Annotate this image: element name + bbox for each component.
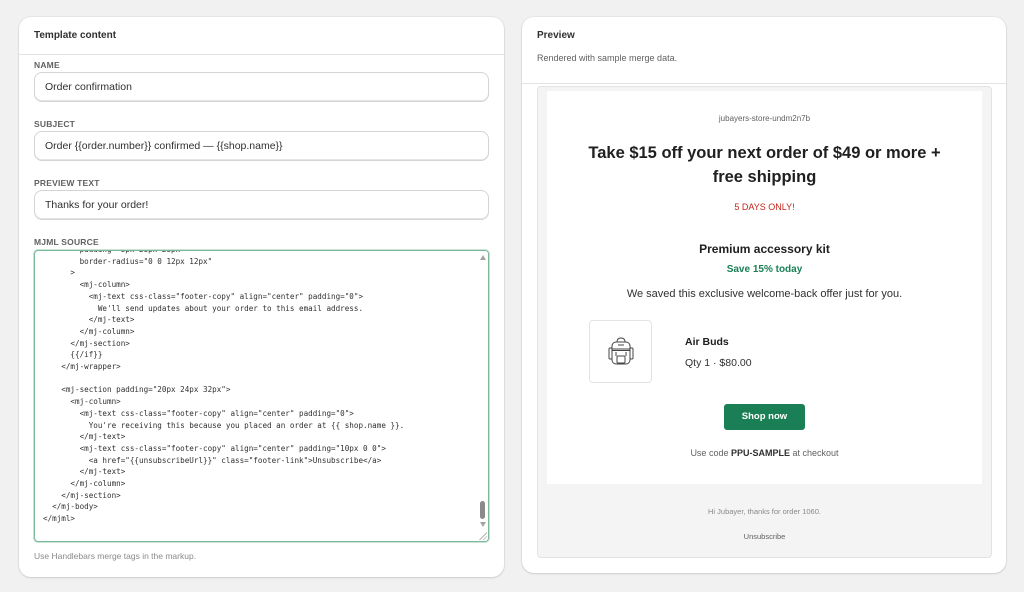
code-line[interactable]: </mj-body> [43,501,474,513]
divider [19,54,504,55]
code-line[interactable] [43,373,474,385]
offer-text: We saved this exclusive welcome-back off… [626,288,903,300]
preview-subtitle: Rendered with sample merge data. [537,53,678,63]
product-meta: Qty 1 · $80.00 [685,357,752,369]
email-preview-frame: jubayers-store-undm2n7b Take $15 off you… [537,86,992,558]
code-line[interactable]: </mj-section> [43,338,474,350]
help-text: Use Handlebars merge tags in the markup. [34,551,197,561]
code-suffix: at checkout [792,448,839,458]
code-line[interactable]: </mjml> [43,513,474,525]
scroll-up-arrow-icon[interactable] [480,255,486,260]
save-text: Save 15% today [726,264,803,275]
code-prefix: Use code [690,448,729,458]
code-line[interactable]: </mj-text> [43,314,474,326]
code-line[interactable]: <mj-text css-class="footer-copy" align="… [43,408,474,420]
template-content-card: Template content NAME SUBJECT PREVIEW TE… [19,17,504,577]
code-line[interactable]: </mj-column> [43,478,474,490]
code-line[interactable]: border-radius="0 0 12px 12px" [43,256,474,268]
subject-input[interactable] [34,131,489,161]
code-line[interactable]: </mj-text> [43,466,474,478]
code-line[interactable]: {{/if}} [43,349,474,361]
kit-title: Premium accessory kit [699,242,830,256]
product-thumbnail [589,320,652,383]
mjml-source-textarea[interactable]: padding="8px 28px 28px" border-radius="0… [34,250,489,542]
name-label: NAME [34,60,60,70]
code-line[interactable]: <mj-text css-class="footer-copy" align="… [43,443,474,455]
code-line[interactable]: <mj-section padding="20px 24px 32px"> [43,384,474,396]
preview-text-label: PREVIEW TEXT [34,178,100,188]
scroll-thumb[interactable] [480,501,485,519]
preview-card: Preview Rendered with sample merge data.… [522,17,1006,573]
store-name: jubayers-store-undm2n7b [718,114,811,123]
email-headline: Take $15 off your next order of $49 or m… [588,144,941,186]
email-body: jubayers-store-undm2n7b Take $15 off you… [547,91,982,484]
code-line[interactable]: > [43,267,474,279]
code-line[interactable]: <mj-text css-class="footer-copy" align="… [43,291,474,303]
preview-text-input[interactable] [34,190,489,220]
subject-label: SUBJECT [34,119,76,129]
mjml-source-label: MJML SOURCE [34,237,99,247]
code-line[interactable]: </mj-section> [43,490,474,502]
days-only-badge: 5 DAYS ONLY! [734,202,795,212]
footer-thanks: Hi Jubayer, thanks for order 1060. [708,507,821,516]
shop-now-button[interactable]: Shop now [724,404,805,430]
scrollbar[interactable] [477,251,488,541]
backpack-icon [608,336,633,364]
preview-title: Preview [537,30,575,41]
card-title: Template content [34,30,117,41]
code-line[interactable]: <a href="{{unsubscribeUrl}}" class="foot… [43,455,474,467]
discount-code: PPU-SAMPLE [730,448,790,458]
code-line[interactable]: <mj-column> [43,396,474,408]
resize-grip-icon[interactable] [479,532,487,540]
code-line[interactable]: </mj-text> [43,431,474,443]
code-line[interactable]: We'll send updates about your order to t… [43,303,474,315]
code-line[interactable]: You're receiving this because you placed… [43,420,474,432]
unsubscribe-link[interactable]: Unsubscribe [538,532,991,541]
scroll-down-arrow-icon[interactable] [480,522,486,527]
code-content[interactable]: padding="8px 28px 28px" border-radius="0… [43,251,474,525]
name-input[interactable] [34,72,489,102]
product-name: Air Buds [685,336,729,348]
discount-code-line: Use code PPU-SAMPLE at checkout [547,448,982,458]
code-line[interactable]: </mj-column> [43,326,474,338]
divider [522,83,1006,84]
code-line[interactable]: <mj-column> [43,279,474,291]
code-line[interactable]: </mj-wrapper> [43,361,474,373]
